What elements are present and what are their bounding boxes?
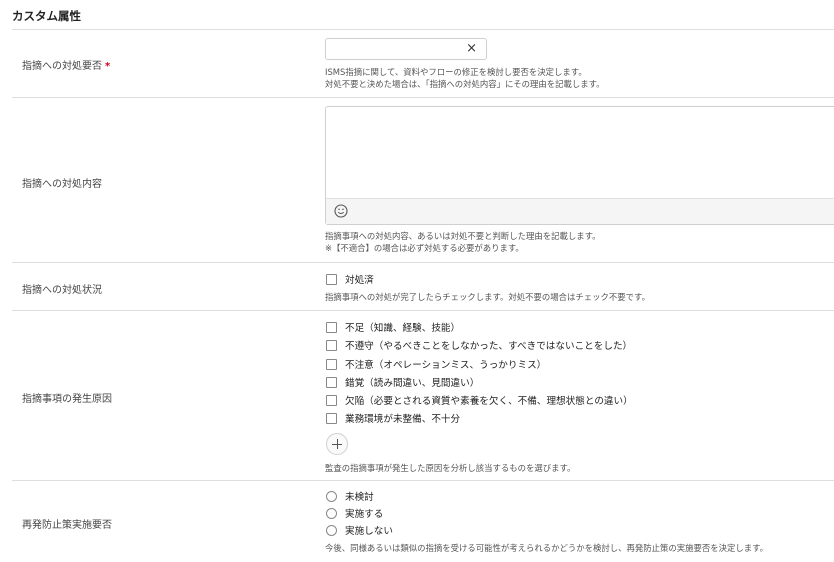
status-checkbox-row[interactable]: 対処済 (326, 272, 374, 286)
content-label: 指摘への対処内容 (22, 179, 102, 190)
emoji-icon[interactable] (334, 204, 348, 218)
cause-checkbox[interactable] (326, 376, 337, 388)
required-mark: * (105, 61, 111, 72)
prevention-option-label[interactable]: 未検討 (345, 489, 374, 503)
prevention-option[interactable]: 実施する (326, 506, 383, 520)
prevention-label: 再発防止策実施要否 (22, 520, 112, 531)
add-option-button[interactable] (326, 433, 348, 455)
cause-option-label[interactable]: 不注意（オペレーションミス、うっかりミス） (345, 357, 546, 371)
prevention-help: 今後、同様あるいは類似の指摘を受ける可能性が考えられるかどうかを検討し、再発防止… (325, 543, 769, 553)
cause-option[interactable]: 錯覚（読み間違い、見間違い） (326, 375, 479, 389)
cause-option[interactable]: 業務環境が未整備、不十分 (326, 411, 460, 425)
requirement-select[interactable]: × (325, 38, 487, 60)
cause-option-label[interactable]: 業務環境が未整備、不十分 (345, 411, 460, 425)
divider (12, 480, 834, 481)
requirement-label-text: 指摘への対処要否 (22, 61, 102, 72)
prevention-option-label[interactable]: 実施しない (345, 523, 393, 537)
cause-label: 指摘事項の発生原因 (22, 394, 112, 405)
cause-option-label[interactable]: 欠陥（必要とされる資質や素養を欠く、不備、理想状態との違い） (345, 393, 633, 407)
content-textarea[interactable] (325, 106, 834, 225)
divider (12, 310, 834, 311)
cause-help: 監査の指摘事項が発生した原因を分析し該当するものを選びます。 (325, 463, 576, 473)
divider (12, 97, 834, 98)
cause-checkbox[interactable] (326, 394, 337, 406)
status-checkbox[interactable] (326, 273, 337, 285)
content-help-2: ※【不適合】の場合は必ず対処する必要があります。 (325, 243, 524, 253)
prevention-option[interactable]: 未検討 (326, 489, 374, 503)
prevention-radio[interactable] (326, 507, 337, 519)
section-title: カスタム属性 (12, 9, 81, 23)
requirement-help-1: ISMS指摘に関して、資料やフローの修正を検討し要否を決定します。 (325, 67, 587, 77)
divider (12, 262, 834, 263)
cause-checkbox[interactable] (326, 339, 337, 351)
requirement-label: 指摘への対処要否 * (22, 57, 110, 72)
status-option-label[interactable]: 対処済 (345, 272, 374, 286)
cause-option[interactable]: 不足（知識、経験、技能） (326, 320, 460, 334)
editor-toolbar (326, 198, 834, 224)
cause-option[interactable]: 欠陥（必要とされる資質や素養を欠く、不備、理想状態との違い） (326, 393, 633, 407)
requirement-help-2: 対処不要と決めた場合は、「指摘への対処内容」にその理由を記載します。 (325, 79, 605, 89)
cause-option-label[interactable]: 錯覚（読み間違い、見間違い） (345, 375, 479, 389)
cause-option[interactable]: 不注意（オペレーションミス、うっかりミス） (326, 357, 546, 371)
cause-option-label[interactable]: 不遵守（やるべきことをしなかった、すべきではないことをした） (345, 338, 632, 352)
content-help-1: 指摘事項への対処内容、あるいは対処不要と判断した理由を記載します。 (325, 231, 601, 241)
prevention-radio[interactable] (326, 524, 337, 536)
status-help: 指摘事項への対処が完了したらチェックします。対処不要の場合はチェック不要です。 (325, 292, 650, 302)
divider (12, 29, 834, 30)
cause-checkbox[interactable] (326, 412, 337, 424)
cause-option[interactable]: 不遵守（やるべきことをしなかった、すべきではないことをした） (326, 338, 632, 352)
cause-checkbox[interactable] (326, 321, 337, 333)
cause-option-label[interactable]: 不足（知識、経験、技能） (345, 320, 460, 334)
prevention-radio[interactable] (326, 490, 337, 502)
prevention-option[interactable]: 実施しない (326, 523, 393, 537)
cause-checkbox[interactable] (326, 358, 337, 370)
clear-icon[interactable]: × (466, 41, 477, 57)
status-label: 指摘への対処状況 (22, 285, 102, 296)
prevention-option-label[interactable]: 実施する (345, 506, 383, 520)
